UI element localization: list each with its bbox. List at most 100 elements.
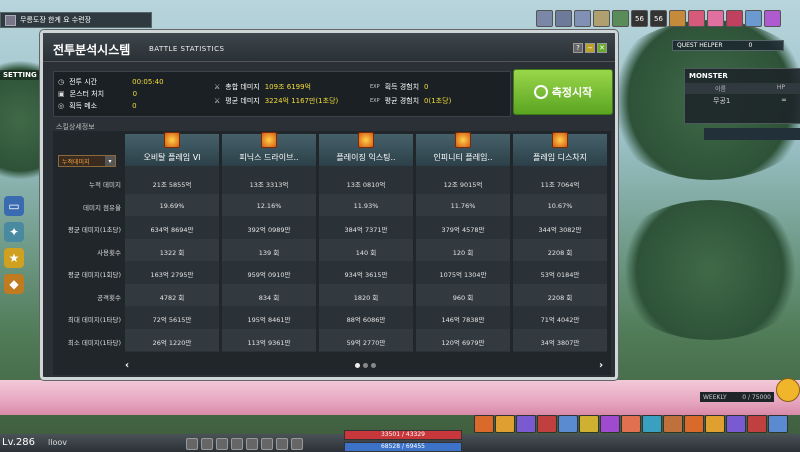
skill-detail-panel: 누적데미지 ▾ 누적 데미지 데미지 점유율 평균 데미지(1초당) 사용횟수 평균 데…: [53, 131, 611, 375]
skill-slot[interactable]: [474, 415, 494, 433]
monitor-icon[interactable]: ▭: [4, 196, 24, 216]
skill-icon: [358, 132, 374, 148]
buff-icon[interactable]: [669, 10, 686, 27]
buff-icon[interactable]: [726, 10, 743, 27]
skill-stat-value: 120 회: [452, 248, 474, 257]
event-button[interactable]: [776, 378, 800, 402]
monster-kills-label: 몬스터 처치: [69, 90, 105, 98]
skill-stat-value: 392억 0989만: [247, 226, 291, 234]
skill-stat-value: 1075억 1304만: [439, 271, 487, 279]
skill-slot[interactable]: [600, 415, 620, 433]
skill-stat-value: 163억 2795만: [150, 271, 194, 279]
skill-stat-value: 1820 회: [353, 293, 379, 302]
hud-menu-icons: [186, 438, 303, 450]
skill-header: 피닉스 드라이브..: [222, 132, 316, 166]
monster-kills-value: 0: [132, 90, 138, 98]
skill-icon: [261, 132, 277, 148]
skill-slot[interactable]: [684, 415, 704, 433]
minimize-button[interactable]: −: [585, 43, 595, 53]
hp-bar: 33501 / 43329: [344, 430, 462, 440]
exp-tag: EXP: [370, 84, 380, 90]
skill-icon: [455, 132, 471, 148]
row-label: 데미지 점유율: [83, 203, 121, 212]
menu-icon[interactable]: [246, 438, 258, 450]
character-level: Lv.286: [2, 437, 35, 448]
buff-icon[interactable]: [555, 10, 572, 27]
setting-label[interactable]: SETTING: [0, 70, 40, 80]
skill-slot[interactable]: [642, 415, 662, 433]
meso-value: 0: [132, 102, 137, 110]
menu-icon[interactable]: [201, 438, 213, 450]
next-page-button[interactable]: ›: [599, 360, 603, 371]
help-button[interactable]: ?: [573, 43, 583, 53]
avg-exp-label: 평균 경험치: [384, 97, 420, 105]
buff-icon[interactable]: [707, 10, 724, 27]
quest-helper-count: 0: [748, 42, 753, 49]
buff-icon[interactable]: [745, 10, 762, 27]
skill-stat-value: 12.16%: [256, 201, 282, 210]
buff-icon[interactable]: [612, 10, 629, 27]
skill-slot[interactable]: [768, 415, 788, 433]
skill-stat-value: 834 회: [258, 293, 280, 302]
menu-icon[interactable]: [261, 438, 273, 450]
skill-slot[interactable]: [621, 415, 641, 433]
page-dot[interactable]: [363, 363, 368, 368]
monster-hp: ∞: [781, 96, 787, 104]
skill-slot[interactable]: [663, 415, 683, 433]
sort-dropdown[interactable]: 누적데미지 ▾: [58, 155, 116, 167]
buff-icon[interactable]: [536, 10, 553, 27]
skill-stat-value: 959억 0910만: [247, 271, 291, 279]
skill-name: 오비탈 플레임 VI: [143, 153, 201, 162]
buff-icon[interactable]: [688, 10, 705, 27]
page-dot[interactable]: [371, 363, 376, 368]
menu-icon[interactable]: [231, 438, 243, 450]
lightbulb-icon[interactable]: ✦: [4, 222, 24, 242]
menu-icon[interactable]: [186, 438, 198, 450]
menu-icon[interactable]: [291, 438, 303, 450]
skill-slot[interactable]: [516, 415, 536, 433]
skill-stat-value: 13조 3313억: [249, 181, 289, 189]
skill-slot[interactable]: [747, 415, 767, 433]
skill-icon: [164, 132, 180, 148]
skill-column: 피닉스 드라이브.. 13조 3313억 12.16% 392억 0989만 139 회…: [222, 132, 316, 352]
skill-stat-value: 11조 7064억: [540, 181, 580, 189]
skill-slot[interactable]: [705, 415, 725, 433]
stats-summary: ◷ 전투 시간 00:05:40 ▣ 몬스터 처치 0 ◎ 획득 메소 0 ⚔ …: [53, 71, 511, 117]
menu-icon[interactable]: [216, 438, 228, 450]
monster-title: MONSTER: [689, 72, 728, 80]
start-measure-button[interactable]: 측정시작: [513, 69, 613, 115]
skill-stat-value: 26억 1220만: [152, 338, 192, 347]
minimize-map-button[interactable]: [5, 14, 16, 26]
buff-icon[interactable]: [574, 10, 591, 27]
quest-helper[interactable]: QUEST HELPER 0: [672, 40, 784, 51]
battle-time-value: 00:05:40: [132, 78, 164, 86]
skill-stat-value: 71억 4042만: [540, 316, 580, 324]
total-damage-value: 109조 6199억: [264, 83, 311, 91]
skill-slot[interactable]: [726, 415, 746, 433]
skill-stat-value: 2208 회: [547, 293, 573, 302]
row-label: 최소 데미지(1타당): [67, 338, 121, 347]
avg-damage-value: 3224억 1167만(1초당): [264, 97, 339, 105]
prev-page-button[interactable]: ‹: [125, 360, 129, 371]
star-icon[interactable]: ★: [4, 248, 24, 268]
skill-slot[interactable]: [579, 415, 599, 433]
skill-header: 인피니티 플레임..: [416, 132, 510, 166]
skill-slot[interactable]: [537, 415, 557, 433]
row-label: 평균 데미지(1회당): [67, 271, 121, 279]
window-header[interactable]: 전투분석시스템 BATTLE STATISTICS ? − ✕: [43, 33, 615, 62]
buff-icon[interactable]: [764, 10, 781, 27]
skill-slot[interactable]: [558, 415, 578, 433]
skill-stat-value: 21조 5855억: [152, 181, 192, 189]
skill-stat-value: 11.93%: [353, 201, 379, 210]
skill-header: 플레이징 익스팅..: [319, 132, 413, 166]
monster-col-hp: HP: [776, 84, 785, 91]
gear-icon[interactable]: [276, 438, 288, 450]
buff-icon[interactable]: [593, 10, 610, 27]
page-dot[interactable]: [355, 363, 360, 368]
skill-stat-value: 88억 6086만: [346, 316, 386, 324]
close-button[interactable]: ✕: [597, 43, 607, 53]
boss-hp-bar: [704, 128, 800, 140]
event-icon[interactable]: ◆: [4, 274, 24, 294]
exp-value: 0: [424, 83, 429, 91]
skill-slot[interactable]: [495, 415, 515, 433]
